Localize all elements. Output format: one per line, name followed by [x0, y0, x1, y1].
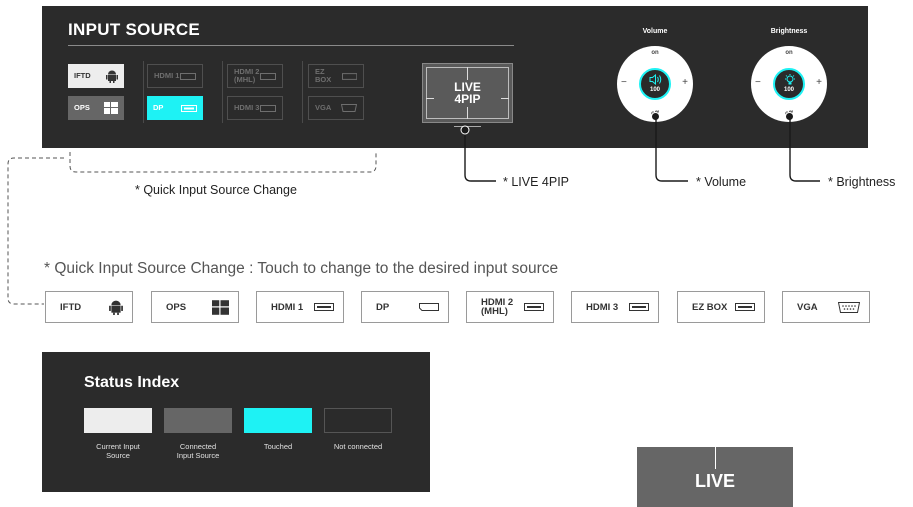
status-label-connected: Connected Input Source — [176, 442, 220, 460]
live-text: LIVE — [694, 471, 735, 491]
button-label: IFTD — [60, 301, 82, 313]
live-callout-line — [464, 132, 496, 182]
status-label-not-connected: Not connected — [333, 442, 383, 451]
brightness-callout-line — [789, 116, 820, 182]
button-label: VGA — [797, 301, 818, 313]
quick-connector — [7, 157, 64, 305]
button-label: OPS — [166, 301, 187, 313]
vga-port-icon — [838, 301, 860, 313]
button-hdmi2[interactable]: HDMI 2 (MHL) — [466, 291, 554, 323]
button-dp[interactable]: DP — [361, 291, 449, 323]
swatch-connected — [164, 408, 232, 433]
android-icon — [109, 300, 123, 315]
live-button-enlarged: LIVE — [637, 447, 793, 507]
button-label: HDMI 3 — [586, 301, 619, 313]
swatch-touched — [244, 408, 312, 433]
hdmi-port-icon — [735, 303, 755, 311]
button-vga[interactable]: VGA — [782, 291, 870, 323]
live-line — [715, 447, 716, 469]
hdmi-port-icon — [629, 303, 649, 311]
status-label-touched: Touched — [263, 442, 293, 451]
status-title: Status Index — [84, 374, 180, 391]
swatch-current — [84, 408, 152, 433]
hdmi-port-icon — [524, 303, 544, 311]
button-label: HDMI 2 (MHL) — [481, 297, 514, 317]
volume-callout-line — [655, 116, 688, 182]
displayport-icon — [419, 303, 439, 311]
status-index-panel: Status Index Current Input Source Connect… — [42, 352, 430, 492]
swatch-not-connected — [324, 408, 392, 433]
hdmi-port-icon — [314, 303, 334, 311]
status-label-current: Current Input Source — [96, 442, 140, 460]
button-label: DP — [376, 301, 390, 313]
button-label: HDMI 1 — [271, 301, 304, 313]
quick-callout: * Quick Input Source Change — [135, 183, 297, 197]
button-hdmi3[interactable]: HDMI 3 — [571, 291, 659, 323]
button-label: EZ BOX — [692, 301, 728, 313]
button-ezbox[interactable]: EZ BOX — [677, 291, 765, 323]
button-ops[interactable]: OPS — [151, 291, 239, 323]
live-callout: * LIVE 4PIP — [503, 175, 570, 189]
button-hdmi1[interactable]: HDMI 1 — [256, 291, 344, 323]
live-pin — [460, 125, 470, 135]
quick-bracket — [69, 152, 377, 173]
windows-icon — [212, 299, 229, 315]
button-iftd[interactable]: IFTD — [45, 291, 133, 323]
quick-note: * Quick Input Source Change : Touch to c… — [44, 260, 559, 277]
volume-callout: * Volume — [696, 175, 747, 189]
brightness-callout: * Brightness — [828, 175, 896, 189]
